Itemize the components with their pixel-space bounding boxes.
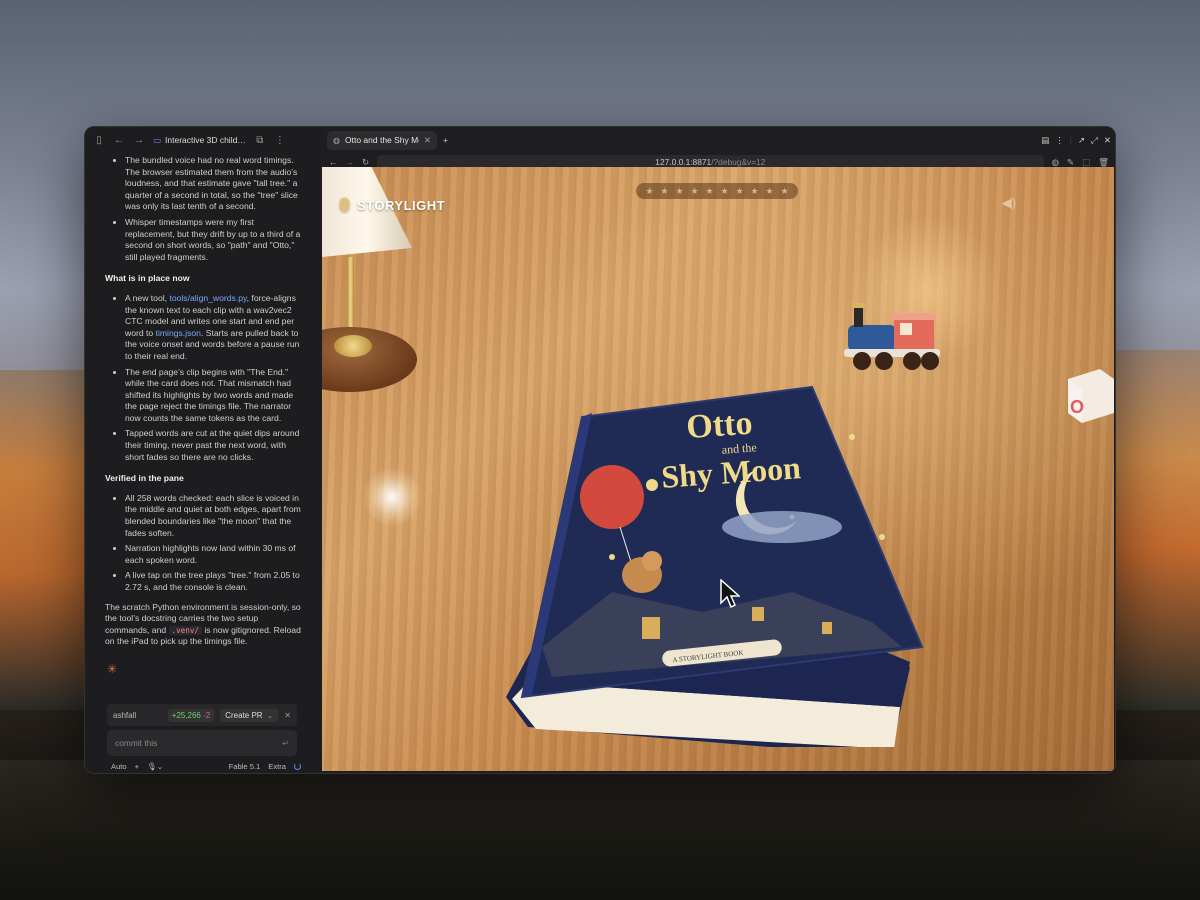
storylight-scene[interactable]: 🏮︎ STORYLIGHT ★ ★ ★ ★ ★ ★ ★ ★ ★ ★ ◀) O O…	[322, 167, 1114, 771]
speaker-icon[interactable]: ◀)	[1002, 195, 1016, 211]
external-link-icon[interactable]: ↗	[1078, 135, 1085, 146]
branch-name[interactable]: ashfall	[113, 711, 162, 720]
nav-forward-icon[interactable]: →	[346, 157, 355, 167]
storylight-logo: 🏮︎ STORYLIGHT	[336, 197, 446, 213]
more-options-icon[interactable]: ⋮	[274, 134, 286, 146]
closing-paragraph: The scratch Python environment is sessio…	[105, 601, 301, 647]
branch-bar: ashfall +25,266 -2 Create PR ⌄ ✕	[107, 704, 297, 726]
desktop-wallpaper-hills	[0, 760, 1200, 900]
svg-text:O: O	[1070, 397, 1084, 417]
progress-star-icon: ★	[780, 185, 789, 196]
add-icon[interactable]: +	[135, 762, 139, 771]
forward-arrow-icon[interactable]: →	[133, 134, 145, 146]
tab-close-icon[interactable]: ✕	[424, 135, 431, 146]
app-window: ▯ ← → ▭ Interactive 3D child… ⧉ ⋮ The bu…	[84, 126, 1116, 774]
back-arrow-icon[interactable]: ←	[113, 134, 125, 146]
composer-footer: Auto + 🎙︎⌄ Fable 5.1 Extra	[111, 760, 301, 772]
list-item: All 258 words checked: each slice is voi…	[125, 493, 303, 539]
file-link-timings[interactable]: timings.json	[156, 328, 201, 338]
list-item: A live tap on the tree plays "tree." fro…	[125, 570, 303, 593]
book-title-otto: Otto	[685, 405, 754, 447]
message-input-text: commit this	[115, 738, 158, 748]
mode-selector[interactable]: Auto	[111, 762, 127, 771]
heading-now: What is in place now	[105, 273, 190, 284]
list-item: The end page’s clip begins with "The End…	[125, 367, 303, 425]
copy-icon[interactable]: ⧉	[254, 134, 266, 146]
bullet-list-verified: All 258 words checked: each slice is voi…	[105, 493, 303, 594]
send-icon[interactable]: ↵	[282, 738, 289, 748]
layout-icon[interactable]: ▤	[1041, 135, 1049, 146]
heading-verified: Verified in the pane	[105, 473, 184, 484]
progress-star-icon: ★	[765, 185, 774, 196]
globe-icon[interactable]: ◍	[1052, 157, 1059, 168]
select-element-icon[interactable]: ⬚	[1082, 157, 1090, 168]
bullet-list-top: The bundled voice had no real word timin…	[105, 155, 303, 263]
effort-selector[interactable]: Extra	[268, 762, 286, 771]
progress-star-icon: ★	[675, 185, 684, 196]
desktop-wallpaper-left	[0, 370, 90, 710]
chat-sidebar: ▯ ← → ▭ Interactive 3D child… ⧉ ⋮ The bu…	[85, 127, 321, 773]
diff-stats[interactable]: +25,266 -2	[167, 708, 215, 722]
list-item: Tapped words are cut at the quiet dips a…	[125, 428, 303, 463]
list-item: Whisper timestamps were my first replace…	[125, 217, 303, 263]
letter-block[interactable]: O	[1064, 357, 1114, 427]
sidebar-toggle-icon[interactable]: ▯	[93, 134, 105, 146]
create-pr-button[interactable]: Create PR ⌄	[220, 708, 279, 722]
toy-train[interactable]	[840, 297, 950, 382]
sidebar-toolbar: ▯ ← → ▭ Interactive 3D child… ⧉ ⋮	[85, 127, 321, 153]
laptop-icon: ▭	[153, 134, 162, 145]
tab-bar: ◍ Otto and the Shy Moon ✕ + ▤ ⋮ | ↗ ⤢ ✕	[321, 127, 1115, 153]
pen-icon[interactable]: ✎	[1067, 157, 1074, 168]
desktop-wallpaper-right	[1110, 350, 1200, 710]
progress-star-icon: ★	[690, 185, 699, 196]
model-selector[interactable]: Fable 5.1	[229, 762, 261, 771]
progress-star-icon: ★	[660, 185, 669, 196]
list-item: A new tool, tools/align_words.py, force-…	[125, 293, 303, 363]
session-title[interactable]: ▭ Interactive 3D child…	[153, 135, 246, 146]
new-tab-icon[interactable]: +	[443, 135, 448, 145]
working-spark-icon: ✳	[107, 662, 118, 676]
tab-otto[interactable]: ◍ Otto and the Shy Moon ✕	[327, 130, 437, 150]
progress-stars: ★ ★ ★ ★ ★ ★ ★ ★ ★ ★	[636, 183, 798, 199]
expand-icon[interactable]: ⤢	[1091, 135, 1098, 146]
inline-code: .venv/	[168, 625, 202, 635]
message-input[interactable]: commit this ↵	[107, 730, 297, 756]
progress-star-icon: ★	[750, 185, 759, 196]
globe-icon: ◍	[333, 135, 340, 145]
progress-star-icon: ★	[720, 185, 729, 196]
storybook[interactable]: Otto and the Shy Moon A STORYLIGHT BOOK	[492, 377, 932, 747]
list-item: Narration highlights now land within 30 …	[125, 543, 303, 566]
loading-spinner-icon	[294, 762, 301, 770]
progress-star-icon: ★	[645, 185, 654, 196]
microphone-icon[interactable]: 🎙︎⌄	[147, 762, 163, 771]
light-flare	[362, 467, 422, 527]
browser-pane: ◍ Otto and the Shy Moon ✕ + ▤ ⋮ | ↗ ⤢ ✕ …	[321, 127, 1115, 773]
close-pane-icon[interactable]: ✕	[1104, 135, 1111, 146]
nav-back-icon[interactable]: ←	[329, 157, 338, 167]
chevron-down-icon: ⌄	[266, 710, 274, 720]
bullet-list-now: A new tool, tools/align_words.py, force-…	[105, 293, 303, 463]
progress-star-icon: ★	[705, 185, 714, 196]
lantern-icon: 🏮︎	[336, 197, 354, 212]
reload-icon[interactable]: ↻	[362, 157, 369, 168]
file-link-align-words[interactable]: tools/align_words.py	[169, 293, 246, 303]
close-icon[interactable]: ✕	[284, 711, 291, 720]
separator: |	[1069, 135, 1072, 145]
list-item: The bundled voice had no real word timin…	[125, 155, 303, 213]
progress-star-icon: ★	[735, 185, 744, 196]
trash-icon[interactable]: 🗑︎	[1098, 157, 1109, 168]
mouse-cursor	[720, 579, 740, 609]
chat-transcript: The bundled voice had no real word timin…	[105, 155, 303, 648]
more-icon[interactable]: ⋮	[1055, 135, 1064, 146]
